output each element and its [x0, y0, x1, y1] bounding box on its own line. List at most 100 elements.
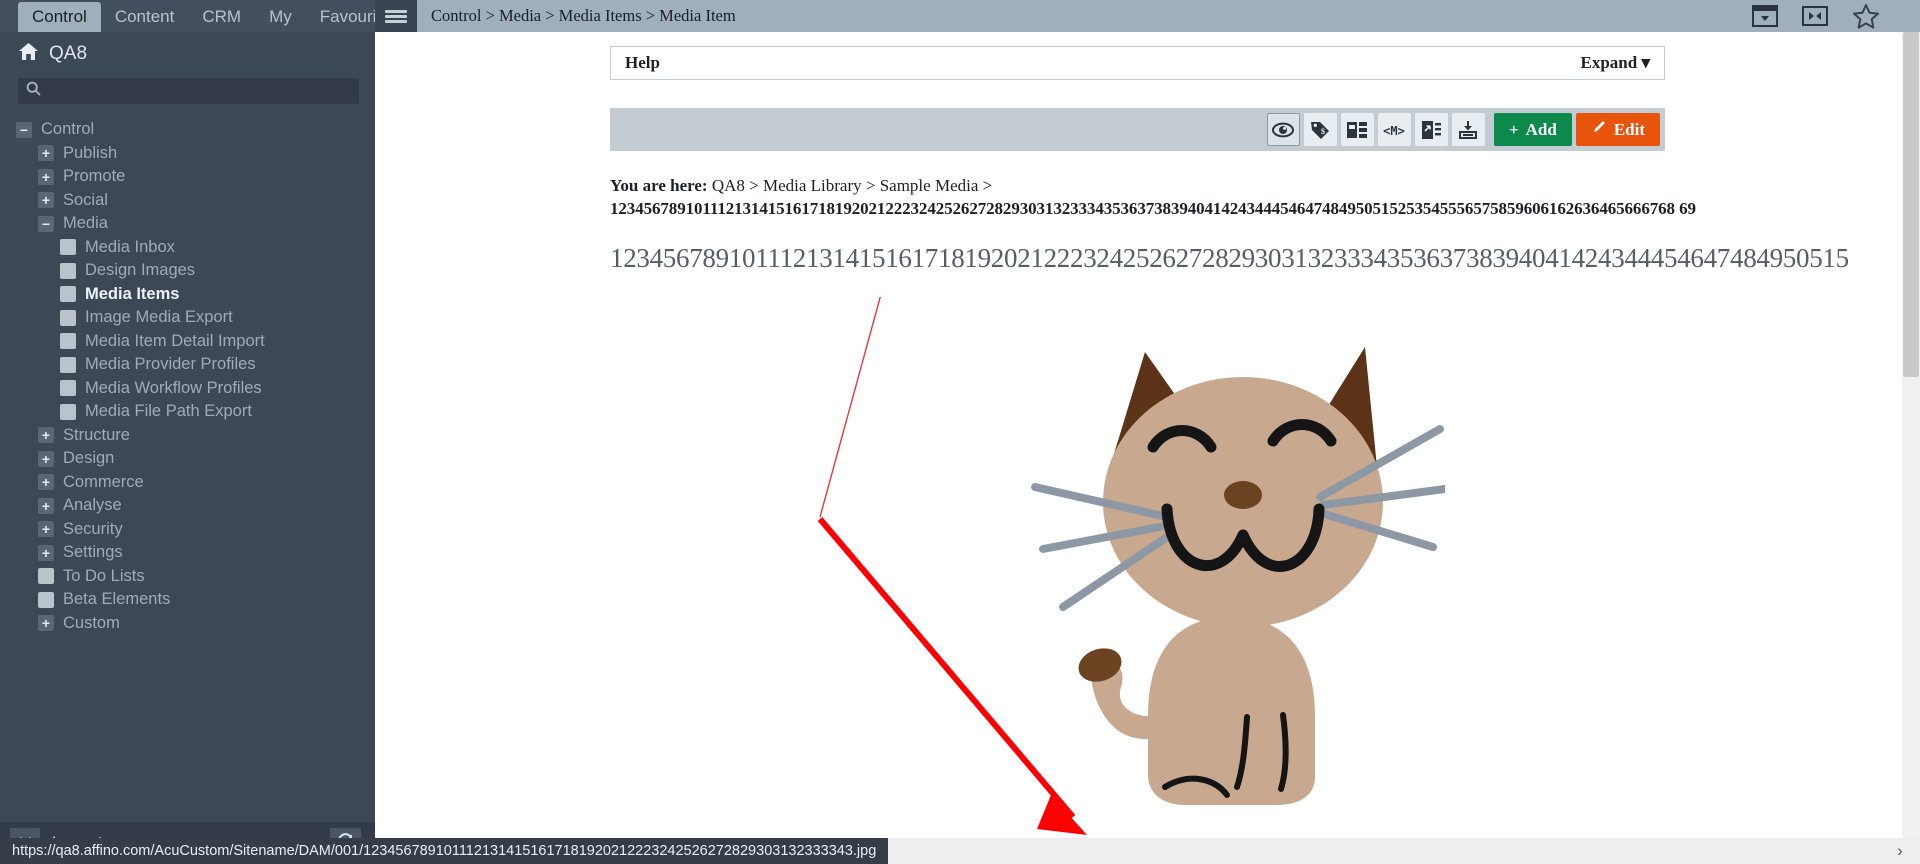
tree-leaf-marker[interactable]: [38, 568, 54, 585]
sidebar-item-label: Analyse: [63, 496, 122, 515]
preview-eye-icon[interactable]: [1266, 113, 1300, 146]
sidebar-item-label: Image Media Export: [85, 308, 233, 327]
breadcrumb-bar: Control > Media > Media Items > Media It…: [417, 0, 1920, 32]
sidebar-item-label: Media Inbox: [85, 237, 175, 256]
home-icon: [18, 42, 39, 66]
sidebar-item-media-workflow-profiles[interactable]: Media Workflow Profiles: [60, 377, 375, 401]
expand-plus-icon[interactable]: +: [38, 450, 54, 467]
collapse-minus-icon[interactable]: −: [38, 215, 54, 232]
hamburger-menu-button[interactable]: [375, 0, 417, 32]
expand-plus-icon[interactable]: +: [38, 427, 54, 444]
scroll-right-chevron-icon[interactable]: ›: [1880, 838, 1920, 864]
app-tab-control[interactable]: Control: [18, 2, 101, 32]
sidebar-item-promote[interactable]: + Promote: [38, 165, 375, 189]
search-input[interactable]: [41, 83, 351, 99]
sidebar-item-analyse[interactable]: + Analyse: [38, 494, 375, 518]
expand-plus-icon[interactable]: +: [38, 497, 54, 514]
download-icon[interactable]: [1451, 113, 1485, 146]
expand-plus-icon[interactable]: +: [38, 168, 54, 185]
hamburger-icon-line: [385, 9, 407, 13]
duplicate-page-icon[interactable]: [1414, 113, 1448, 146]
sidebar-home-link[interactable]: QA8: [0, 32, 375, 78]
tree-leaf-marker[interactable]: [60, 286, 76, 303]
site-name-label: QA8: [49, 43, 88, 64]
sidebar-item-media-provider-profiles[interactable]: Media Provider Profiles: [60, 353, 375, 377]
sidebar-item-beta-elements[interactable]: Beta Elements: [38, 588, 375, 612]
expand-plus-icon[interactable]: +: [38, 521, 54, 538]
status-url-text: https://qa8.affino.com/AcuCustom/Sitenam…: [0, 838, 889, 864]
sidebar-item-label: Settings: [63, 543, 123, 562]
expand-plus-icon[interactable]: +: [38, 145, 54, 162]
sidebar-item-design-images[interactable]: Design Images: [60, 259, 375, 283]
top-bar: Control Content CRM My Favourites Control > …: [0, 0, 1920, 32]
expand-plus-icon[interactable]: +: [38, 474, 54, 491]
app-tab-content[interactable]: Content: [101, 2, 189, 32]
collapse-panel-icon[interactable]: [1802, 5, 1828, 27]
sidebar-item-label: Publish: [63, 143, 118, 162]
vertical-scrollbar-thumb[interactable]: [1903, 32, 1919, 377]
app-tab-crm[interactable]: CRM: [188, 2, 255, 32]
window-dropdown-icon[interactable]: [1752, 5, 1778, 27]
sidebar-item-media-inbox[interactable]: Media Inbox: [60, 236, 375, 260]
star-icon[interactable]: [1852, 3, 1880, 30]
sidebar-item-media-items[interactable]: Media Items: [60, 283, 375, 307]
tree-leaf-marker[interactable]: [60, 262, 76, 279]
sidebar-item-structure[interactable]: + Structure: [38, 424, 375, 448]
sidebar-item-custom[interactable]: + Custom: [38, 612, 375, 636]
tree-leaf-marker[interactable]: [60, 403, 76, 420]
sidebar-item-label: Custom: [63, 613, 120, 632]
tree-leaf-marker[interactable]: [60, 333, 76, 350]
sidebar-item-label: Social: [63, 190, 108, 209]
sidebar-item-security[interactable]: + Security: [38, 518, 375, 542]
status-bar-filler: [888, 838, 1880, 864]
hamburger-icon-line: [385, 14, 407, 18]
sidebar-item-label: Media Provider Profiles: [85, 355, 256, 374]
sidebar-item-label: Commerce: [63, 472, 144, 491]
edit-button[interactable]: Edit: [1575, 113, 1660, 146]
sidebar-search-box[interactable]: [18, 78, 359, 104]
svg-text:$: $: [1321, 127, 1325, 136]
add-button[interactable]: + Add: [1493, 113, 1572, 146]
you-are-here-path[interactable]: QA8 > Media Library > Sample Media >: [712, 176, 992, 195]
sidebar-item-to-do-lists[interactable]: To Do Lists: [38, 565, 375, 589]
tree-leaf-marker[interactable]: [60, 380, 76, 397]
pencil-icon: [1591, 119, 1607, 140]
svg-text:<M>: <M>: [1384, 124, 1406, 138]
tree-leaf-marker[interactable]: [60, 309, 76, 326]
expand-plus-icon[interactable]: +: [38, 615, 54, 632]
sidebar-item-media-item-detail-import[interactable]: Media Item Detail Import: [60, 330, 375, 354]
sidebar-item-media-file-path-export[interactable]: Media File Path Export: [60, 400, 375, 424]
expand-plus-icon[interactable]: +: [38, 192, 54, 209]
edit-label: Edit: [1613, 119, 1645, 139]
tree-leaf-marker[interactable]: [38, 591, 54, 608]
app-tab-my[interactable]: My: [255, 2, 306, 32]
sidebar-item-label: Beta Elements: [63, 590, 171, 609]
tree-leaf-marker[interactable]: [60, 356, 76, 373]
structure-grid-icon[interactable]: [1340, 113, 1374, 146]
tree-leaf-marker[interactable]: [60, 239, 76, 256]
price-tag-icon[interactable]: $: [1303, 113, 1337, 146]
sidebar-item-label: To Do Lists: [63, 566, 145, 585]
sidebar-item-control[interactable]: − Control: [16, 118, 375, 142]
sidebar-item-social[interactable]: + Social: [38, 189, 375, 213]
sidebar-item-publish[interactable]: + Publish: [38, 142, 375, 166]
help-panel-header: Help Expand ▾: [610, 46, 1665, 80]
expand-plus-icon[interactable]: +: [38, 544, 54, 561]
sidebar-item-label: Security: [63, 519, 123, 538]
sidebar-item-commerce[interactable]: + Commerce: [38, 471, 375, 495]
sidebar-item-media[interactable]: − Media: [38, 212, 375, 236]
sidebar-item-label: Media Item Detail Import: [85, 331, 265, 350]
sidebar-item-label: Design Images: [85, 261, 196, 280]
sidebar-item-image-media-export[interactable]: Image Media Export: [60, 306, 375, 330]
collapse-minus-icon[interactable]: −: [16, 121, 32, 138]
vertical-scrollbar-track[interactable]: [1902, 32, 1920, 864]
sidebar-item-label: Control: [41, 120, 95, 139]
sidebar-item-settings[interactable]: + Settings: [38, 541, 375, 565]
cat-illustration: [1015, 317, 1449, 847]
expand-toggle[interactable]: Expand ▾: [1581, 53, 1651, 73]
markup-code-icon[interactable]: <M>: [1377, 113, 1411, 146]
action-toolbar: $ <M> + Add Edit: [610, 108, 1665, 151]
sidebar: QA8 − Control + Publish + Promote + Social − Medi…: [0, 32, 375, 864]
sidebar-item-label: Media Workflow Profiles: [85, 378, 262, 397]
sidebar-item-design[interactable]: + Design: [38, 447, 375, 471]
